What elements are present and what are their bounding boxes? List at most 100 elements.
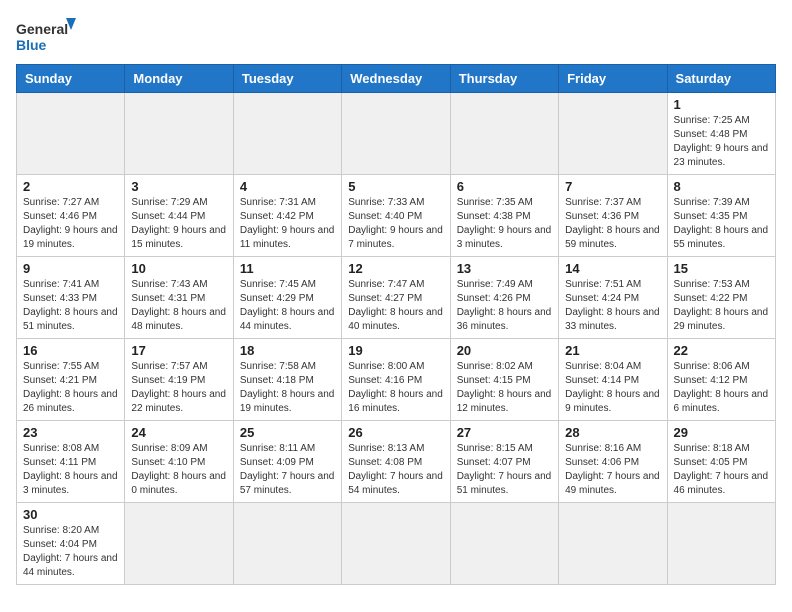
- day-info: Sunrise: 8:15 AM Sunset: 4:07 PM Dayligh…: [457, 442, 552, 498]
- weekday-header-saturday: Saturday: [667, 65, 775, 93]
- calendar-cell: 27 Sunrise: 8:15 AM Sunset: 4:07 PM Dayli…: [450, 421, 558, 503]
- calendar-cell: [450, 503, 558, 585]
- day-number: 26: [348, 425, 443, 440]
- day-number: 2: [23, 179, 118, 194]
- week-row-0: 1 Sunrise: 7:25 AM Sunset: 4:48 PM Daylig…: [17, 93, 776, 175]
- day-number: 7: [565, 179, 660, 194]
- day-number: 27: [457, 425, 552, 440]
- day-number: 23: [23, 425, 118, 440]
- calendar-cell: 1 Sunrise: 7:25 AM Sunset: 4:48 PM Daylig…: [667, 93, 775, 175]
- day-info: Sunrise: 8:11 AM Sunset: 4:09 PM Dayligh…: [240, 442, 335, 498]
- calendar-cell: 11 Sunrise: 7:45 AM Sunset: 4:29 PM Dayli…: [233, 257, 341, 339]
- day-number: 6: [457, 179, 552, 194]
- calendar-cell: [125, 503, 233, 585]
- day-number: 10: [131, 261, 226, 276]
- day-info: Sunrise: 7:29 AM Sunset: 4:44 PM Dayligh…: [131, 196, 226, 252]
- day-info: Sunrise: 7:57 AM Sunset: 4:19 PM Dayligh…: [131, 360, 226, 416]
- calendar-cell: [450, 93, 558, 175]
- weekday-header-sunday: Sunday: [17, 65, 125, 93]
- day-info: Sunrise: 8:09 AM Sunset: 4:10 PM Dayligh…: [131, 442, 226, 498]
- calendar-cell: 26 Sunrise: 8:13 AM Sunset: 4:08 PM Dayli…: [342, 421, 450, 503]
- svg-text:General: General: [16, 21, 68, 37]
- logo: GeneralBlue: [16, 16, 76, 56]
- weekday-header-thursday: Thursday: [450, 65, 558, 93]
- calendar-cell: 15 Sunrise: 7:53 AM Sunset: 4:22 PM Dayli…: [667, 257, 775, 339]
- day-info: Sunrise: 7:37 AM Sunset: 4:36 PM Dayligh…: [565, 196, 660, 252]
- weekday-header-monday: Monday: [125, 65, 233, 93]
- calendar-cell: 12 Sunrise: 7:47 AM Sunset: 4:27 PM Dayli…: [342, 257, 450, 339]
- calendar-cell: 20 Sunrise: 8:02 AM Sunset: 4:15 PM Dayli…: [450, 339, 558, 421]
- day-info: Sunrise: 8:13 AM Sunset: 4:08 PM Dayligh…: [348, 442, 443, 498]
- calendar-cell: 7 Sunrise: 7:37 AM Sunset: 4:36 PM Daylig…: [559, 175, 667, 257]
- day-info: Sunrise: 7:25 AM Sunset: 4:48 PM Dayligh…: [674, 114, 769, 170]
- day-number: 19: [348, 343, 443, 358]
- calendar-cell: 2 Sunrise: 7:27 AM Sunset: 4:46 PM Daylig…: [17, 175, 125, 257]
- day-number: 25: [240, 425, 335, 440]
- calendar-cell: 18 Sunrise: 7:58 AM Sunset: 4:18 PM Dayli…: [233, 339, 341, 421]
- day-info: Sunrise: 7:47 AM Sunset: 4:27 PM Dayligh…: [348, 278, 443, 334]
- calendar-cell: 28 Sunrise: 8:16 AM Sunset: 4:06 PM Dayli…: [559, 421, 667, 503]
- weekday-header-friday: Friday: [559, 65, 667, 93]
- day-info: Sunrise: 7:45 AM Sunset: 4:29 PM Dayligh…: [240, 278, 335, 334]
- calendar-cell: [233, 503, 341, 585]
- day-info: Sunrise: 7:43 AM Sunset: 4:31 PM Dayligh…: [131, 278, 226, 334]
- calendar-cell: 16 Sunrise: 7:55 AM Sunset: 4:21 PM Dayli…: [17, 339, 125, 421]
- day-info: Sunrise: 7:58 AM Sunset: 4:18 PM Dayligh…: [240, 360, 335, 416]
- calendar-cell: [125, 93, 233, 175]
- day-info: Sunrise: 8:16 AM Sunset: 4:06 PM Dayligh…: [565, 442, 660, 498]
- day-number: 4: [240, 179, 335, 194]
- day-info: Sunrise: 7:53 AM Sunset: 4:22 PM Dayligh…: [674, 278, 769, 334]
- svg-text:Blue: Blue: [16, 37, 47, 53]
- day-info: Sunrise: 8:02 AM Sunset: 4:15 PM Dayligh…: [457, 360, 552, 416]
- calendar-cell: [342, 503, 450, 585]
- week-row-2: 9Sunrise: 7:41 AM Sunset: 4:33 PM Daylig…: [17, 257, 776, 339]
- day-number: 15: [674, 261, 769, 276]
- week-row-4: 23Sunrise: 8:08 AM Sunset: 4:11 PM Dayli…: [17, 421, 776, 503]
- week-row-3: 16 Sunrise: 7:55 AM Sunset: 4:21 PM Dayli…: [17, 339, 776, 421]
- day-number: 1: [674, 97, 769, 112]
- calendar-cell: [17, 93, 125, 175]
- weekday-header-row: SundayMondayTuesdayWednesdayThursdayFrid…: [17, 65, 776, 93]
- day-number: 21: [565, 343, 660, 358]
- logo-svg: GeneralBlue: [16, 16, 76, 56]
- day-number: 14: [565, 261, 660, 276]
- day-number: 20: [457, 343, 552, 358]
- day-info: Sunrise: 7:33 AM Sunset: 4:40 PM Dayligh…: [348, 196, 443, 252]
- calendar-cell: 25 Sunrise: 8:11 AM Sunset: 4:09 PM Dayli…: [233, 421, 341, 503]
- day-number: 11: [240, 261, 335, 276]
- weekday-header-wednesday: Wednesday: [342, 65, 450, 93]
- day-number: 12: [348, 261, 443, 276]
- calendar-cell: 14 Sunrise: 7:51 AM Sunset: 4:24 PM Dayli…: [559, 257, 667, 339]
- day-number: 16: [23, 343, 118, 358]
- calendar-cell: 17 Sunrise: 7:57 AM Sunset: 4:19 PM Dayli…: [125, 339, 233, 421]
- calendar-cell: 8Sunrise: 7:39 AM Sunset: 4:35 PM Daylig…: [667, 175, 775, 257]
- calendar-cell: 30Sunrise: 8:20 AM Sunset: 4:04 PM Dayli…: [17, 503, 125, 585]
- day-number: 3: [131, 179, 226, 194]
- week-row-5: 30Sunrise: 8:20 AM Sunset: 4:04 PM Dayli…: [17, 503, 776, 585]
- day-number: 13: [457, 261, 552, 276]
- calendar-cell: [667, 503, 775, 585]
- weekday-header-tuesday: Tuesday: [233, 65, 341, 93]
- day-number: 18: [240, 343, 335, 358]
- calendar-cell: 22 Sunrise: 8:06 AM Sunset: 4:12 PM Dayli…: [667, 339, 775, 421]
- day-number: 28: [565, 425, 660, 440]
- calendar: SundayMondayTuesdayWednesdayThursdayFrid…: [16, 64, 776, 585]
- day-number: 17: [131, 343, 226, 358]
- day-number: 24: [131, 425, 226, 440]
- day-info: Sunrise: 7:27 AM Sunset: 4:46 PM Dayligh…: [23, 196, 118, 252]
- header: GeneralBlue: [16, 16, 776, 56]
- calendar-cell: 24 Sunrise: 8:09 AM Sunset: 4:10 PM Dayli…: [125, 421, 233, 503]
- day-info: Sunrise: 7:39 AM Sunset: 4:35 PM Dayligh…: [674, 196, 769, 252]
- day-number: 5: [348, 179, 443, 194]
- calendar-cell: 19Sunrise: 8:00 AM Sunset: 4:16 PM Dayli…: [342, 339, 450, 421]
- day-info: Sunrise: 7:55 AM Sunset: 4:21 PM Dayligh…: [23, 360, 118, 416]
- day-number: 9: [23, 261, 118, 276]
- calendar-cell: 5 Sunrise: 7:33 AM Sunset: 4:40 PM Daylig…: [342, 175, 450, 257]
- day-info: Sunrise: 7:51 AM Sunset: 4:24 PM Dayligh…: [565, 278, 660, 334]
- calendar-cell: 4Sunrise: 7:31 AM Sunset: 4:42 PM Daylig…: [233, 175, 341, 257]
- day-info: Sunrise: 7:49 AM Sunset: 4:26 PM Dayligh…: [457, 278, 552, 334]
- day-number: 22: [674, 343, 769, 358]
- calendar-cell: [559, 93, 667, 175]
- day-info: Sunrise: 8:06 AM Sunset: 4:12 PM Dayligh…: [674, 360, 769, 416]
- calendar-cell: 23Sunrise: 8:08 AM Sunset: 4:11 PM Dayli…: [17, 421, 125, 503]
